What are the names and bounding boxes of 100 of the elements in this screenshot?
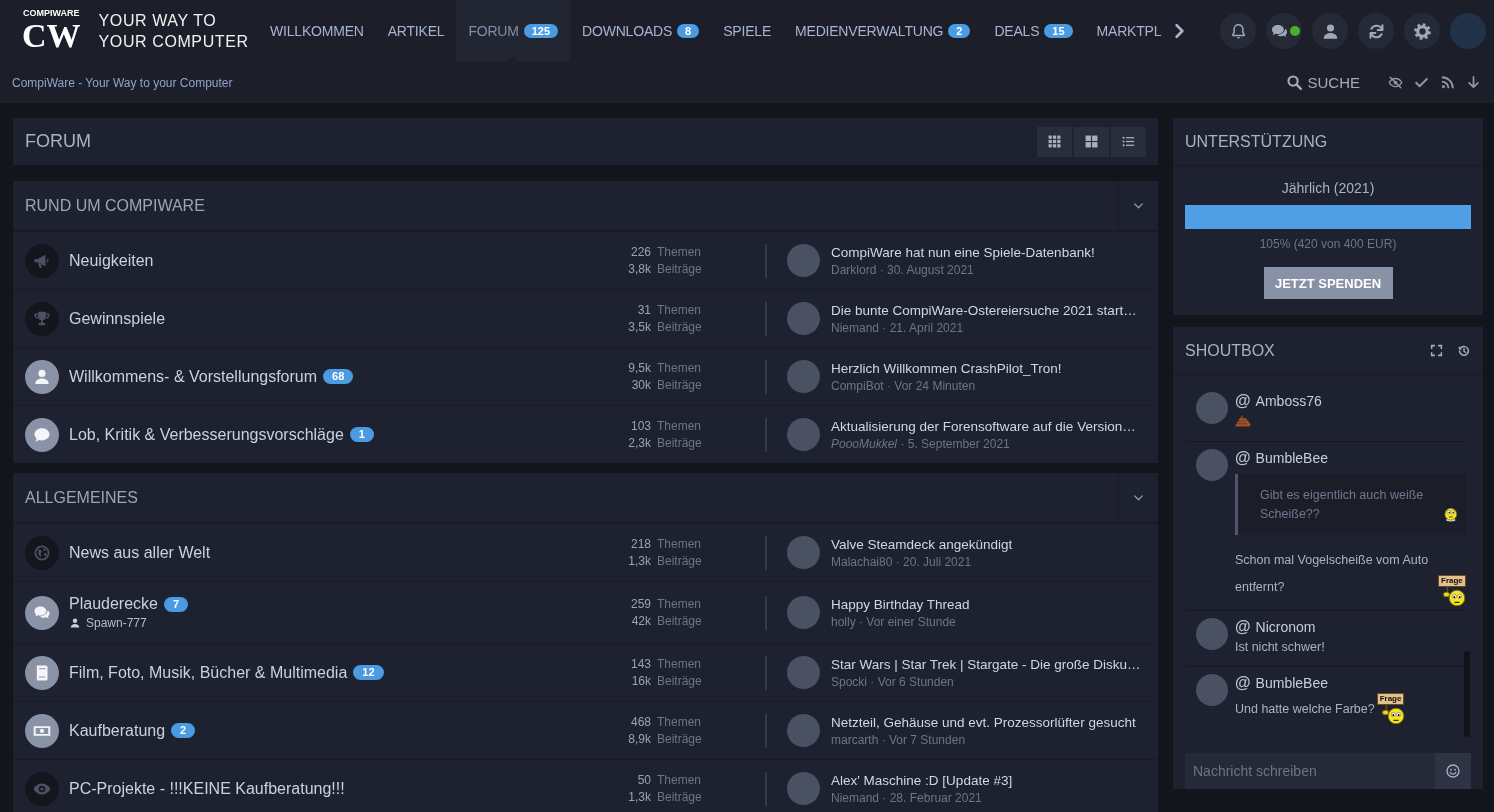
last-post-meta: Spocki · Vor 6 Stunden <box>831 673 955 690</box>
thread-link[interactable]: Happy Birthday Thread <box>831 595 970 613</box>
board-link[interactable]: PC-Projekte - !!!KEINE Kaufberatung!!! <box>69 779 345 798</box>
stat-label: Themen <box>657 771 702 789</box>
arrow-down-icon[interactable] <box>1466 75 1481 90</box>
thread-link[interactable]: Die bunte CompiWare-Ostereiersuche 2021 start… <box>831 301 1137 319</box>
breadcrumb-link[interactable]: CompiWare - Your Way to your Computer <box>12 75 233 90</box>
board-link[interactable]: Neuigkeiten <box>69 251 154 270</box>
goal-period: Jährlich (2021) <box>1281 179 1375 198</box>
site-tagline: YOUR WAY TO YOUR COMPUTER <box>98 11 249 52</box>
thread-link[interactable]: CompiWare hat nun eine Spiele-Datenbank! <box>831 243 1095 261</box>
thread-link[interactable]: Valve Steamdeck angekündigt <box>831 535 1013 553</box>
stat-label: Themen <box>657 535 702 553</box>
count-badge: 8 <box>677 24 700 38</box>
topic-count: 50 <box>636 771 651 789</box>
avatar-image <box>787 360 820 393</box>
tiles-icon <box>1085 135 1098 148</box>
thread-link[interactable]: Alex' Maschine :D [Update #3] <box>831 771 1013 789</box>
stat-label: Beiträge <box>657 318 702 336</box>
moderator-link[interactable]: Spawn-777 <box>86 616 147 630</box>
conversations-button[interactable] <box>1266 13 1302 49</box>
count-badge: 125 <box>523 24 559 38</box>
post-count: 42k <box>630 612 651 630</box>
board-link[interactable]: Kaufberatung <box>69 721 166 740</box>
post-count: 2,3k <box>627 434 651 452</box>
history-icon[interactable] <box>1457 343 1471 358</box>
board-link[interactable]: Lob, Kritik & Verbesserungsvorschläge <box>69 425 344 444</box>
author-link[interactable]: PoooMukkel <box>831 436 898 451</box>
notifications-button[interactable] <box>1220 13 1256 49</box>
emoji-button[interactable] <box>1435 753 1471 789</box>
thread-link[interactable]: Star Wars | Star Trek | Stargate - Die große Disku… <box>831 655 1141 673</box>
nav-tab[interactable]: WILLKOMMEN <box>258 0 376 62</box>
fullscreen-icon[interactable] <box>1430 343 1443 357</box>
category-title: ALLGEMEINES <box>25 488 138 507</box>
author-link[interactable]: Malachai80 <box>831 554 893 569</box>
list-icon <box>1122 135 1135 148</box>
post-count: 3,5k <box>627 318 651 336</box>
avatar-image <box>787 656 820 689</box>
nav-tab[interactable]: SPIELE <box>711 0 784 62</box>
site-logo[interactable]: COMPIWARE CW <box>20 8 83 54</box>
last-post-meta: Niemand · 21. April 2021 <box>831 319 965 336</box>
author-link[interactable]: Nicronom <box>1255 619 1316 635</box>
view-mode-button[interactable] <box>1111 126 1146 157</box>
avatar-image <box>1196 449 1228 481</box>
page-title: FORUM <box>25 131 91 152</box>
avatar-image <box>787 418 820 451</box>
author-link[interactable]: Niemand <box>831 790 880 805</box>
topic-count: 226 <box>629 243 651 261</box>
count-badge: 15 <box>1044 24 1073 38</box>
stat-label: Beiträge <box>657 730 702 748</box>
last-post-meta: Darklord · 30. August 2021 <box>831 261 975 278</box>
nav-tab[interactable]: ARTIKEL <box>375 0 457 62</box>
mention-button[interactable]: @ <box>1235 392 1251 410</box>
gear-icon <box>1412 21 1432 41</box>
mention-button[interactable]: @ <box>1235 449 1251 467</box>
author-link[interactable]: BumbleBee <box>1255 675 1328 691</box>
nav-tab[interactable]: MARKTPL <box>1084 0 1174 62</box>
rss-icon[interactable] <box>1440 75 1455 90</box>
sign-smiley-icon <box>1441 586 1466 606</box>
post-count: 16k <box>630 672 651 690</box>
post-count: 8,9k <box>627 730 651 748</box>
author-link[interactable]: BumbleBee <box>1255 450 1328 466</box>
avatar-image <box>1196 618 1228 650</box>
nav-tab[interactable]: FORUM 125 <box>456 0 571 62</box>
board-link[interactable]: Gewinnspiele <box>69 309 166 328</box>
topic-count: 31 <box>636 301 651 319</box>
topic-count: 143 <box>629 655 651 673</box>
refresh-button[interactable] <box>1358 13 1394 49</box>
author-link[interactable]: holly <box>831 614 856 629</box>
board-link[interactable]: Film, Foto, Musik, Bücher & Multimedia <box>69 663 348 682</box>
board-link[interactable]: Willkommens- & Vorstellungsforum <box>69 367 318 386</box>
board-link[interactable]: News aus aller Welt <box>69 543 211 562</box>
author-link[interactable]: Niemand <box>831 320 880 335</box>
thread-link[interactable]: Aktualisierung der Forensoftware auf die Version… <box>831 417 1136 435</box>
view-mode-button[interactable] <box>1074 126 1109 157</box>
view-mode-button[interactable] <box>1037 126 1072 157</box>
board-link[interactable]: Plauderecke <box>69 595 158 613</box>
author-link[interactable]: marcarth <box>831 732 879 747</box>
author-link[interactable]: Darklord <box>831 262 877 277</box>
eye-slash-icon[interactable] <box>1388 75 1403 90</box>
author-link[interactable]: CompiBot <box>831 378 884 393</box>
stat-label: Themen <box>657 359 702 377</box>
thread-link[interactable]: Netzteil, Gehäuse und evt. Prozessorlüfter gesucht <box>831 713 1136 731</box>
mention-button[interactable]: @ <box>1235 618 1251 636</box>
count-badge: 2 <box>948 24 971 38</box>
message-input[interactable]: Nachricht schreiben <box>1185 753 1435 789</box>
settings-button[interactable] <box>1404 13 1440 49</box>
account-button[interactable] <box>1312 13 1348 49</box>
stat-label: Themen <box>657 417 702 435</box>
nav-tab[interactable]: DOWNLOADS 8 <box>570 0 712 62</box>
search-button[interactable]: SUCHE <box>1286 74 1360 91</box>
user-icon <box>69 617 81 629</box>
stat-label: Beiträge <box>657 672 702 690</box>
check-icon[interactable] <box>1414 75 1429 90</box>
mention-button[interactable]: @ <box>1235 674 1251 692</box>
nav-tab[interactable]: DEALS 15 <box>982 0 1085 62</box>
author-link[interactable]: Amboss76 <box>1255 393 1322 409</box>
thread-link[interactable]: Herzlich Willkommen CrashPilot_Tron! <box>831 359 1062 377</box>
author-link[interactable]: Spocki <box>831 674 868 689</box>
nav-tab[interactable]: MEDIENVERWALTUNG 2 <box>783 0 983 62</box>
